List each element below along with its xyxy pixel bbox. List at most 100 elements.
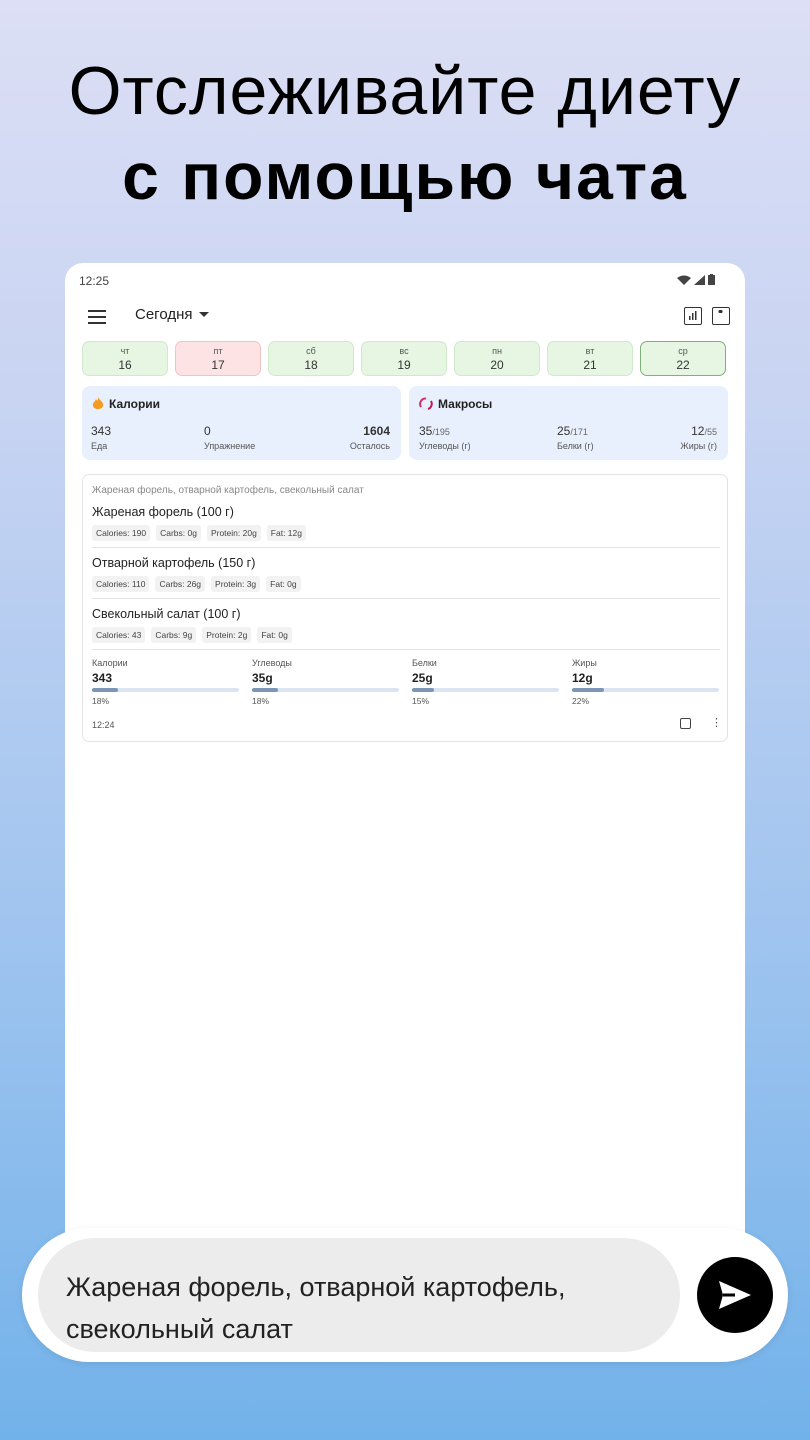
carbs-total: /195 [432,427,450,437]
total-label: Жиры [572,658,597,668]
carbs-value: 35 [419,424,433,438]
day-label: вс [399,346,409,356]
progress-bar [252,688,399,692]
total-percent: 22% [572,696,590,706]
app-screen: 12:25 Сегодня чт 16 пт 17 сб 18 вс 19 пн 20 в… [65,263,745,1263]
divider [92,649,720,650]
signal-icon [694,274,705,285]
food-item[interactable]: Жареная форель (100 г) Calories: 190 Car… [92,505,720,541]
carbs-chip: Carbs: 26g [155,576,206,592]
total-fat: Жиры 12g 22% [572,658,719,706]
total-value: 35g [252,671,273,685]
macros-card[interactable]: Макросы 35/195 Углеводы (г) 25/171 Белки… [409,386,728,460]
remaining-calories-label: Осталось [349,441,390,451]
total-label: Белки [412,658,437,668]
remaining-calories-value: 1604 [363,424,390,438]
macros-title: Макросы [438,397,493,411]
food-item[interactable]: Отварной картофель (150 г) Calories: 110… [92,556,720,592]
edit-icon[interactable] [680,718,691,729]
headline-line-1: Отслеживайте диету [68,53,742,129]
headline-line-2: с помощью чата [122,139,688,213]
calories-card[interactable]: Калории 343 Еда 0 Упражнение 1604 Остало… [82,386,401,460]
fat-chip: Fat: 0g [266,576,301,592]
battery-icon [708,274,715,285]
divider [92,547,720,548]
chart-icon[interactable] [684,307,702,325]
more-vert-icon[interactable]: ⋮ [711,718,722,729]
send-icon [719,1281,751,1309]
day-label: чт [120,346,130,356]
status-icons [677,274,715,285]
fat-chip: Fat: 0g [257,627,292,643]
day-chip-sat[interactable]: сб 18 [268,341,354,376]
day-label: пн [492,346,502,356]
protein-chip: Protein: 3g [211,576,261,592]
day-label: сб [306,346,316,356]
day-strip: чт 16 пт 17 сб 18 вс 19 пн 20 вт 21 ср 22 [82,341,726,376]
wifi-icon [677,275,691,285]
calories-title: Калории [109,397,161,411]
total-protein: Белки 25g 15% [412,658,559,706]
calories-chip: Calories: 43 [92,627,146,643]
progress-fill [252,688,279,692]
chat-input[interactable]: Жареная форель, отварной картофель, свек… [38,1238,680,1352]
chat-input-line-2: свекольный салат [66,1314,293,1344]
meal-entry-card[interactable]: Жареная форель, отварной картофель, свек… [82,474,728,742]
fat-total: /55 [704,427,717,437]
day-number: 22 [676,358,690,372]
fat-value: 12 [691,424,705,438]
carbs-chip: Carbs: 0g [156,525,201,541]
divider [92,598,720,599]
food-item[interactable]: Свекольный салат (100 г) Calories: 43 Ca… [92,607,720,643]
carbs-chip: Carbs: 9g [151,627,197,643]
day-number: 16 [118,358,132,372]
status-time: 12:25 [79,274,110,288]
caret-down-icon [198,312,209,317]
protein-value: 25 [557,424,571,438]
entry-time: 12:24 [92,720,115,730]
progress-bar [92,688,239,692]
total-calories: Калории 343 18% [92,658,239,706]
scale-icon[interactable] [712,307,730,325]
flame-icon [92,397,104,409]
carbs-label: Углеводы (г) [419,441,471,451]
protein-chip: Protein: 20g [206,525,261,541]
date-dropdown-label: Сегодня [135,306,193,323]
app-bar: Сегодня [65,299,745,335]
day-chip-tue[interactable]: вт 21 [547,341,633,376]
day-chip-thu[interactable]: чт 16 [82,341,168,376]
total-percent: 15% [412,696,430,706]
food-name: Свекольный салат (100 г) [92,607,241,621]
send-button[interactable] [697,1257,773,1333]
food-name: Жареная форель (100 г) [92,505,234,519]
day-chip-wed[interactable]: ср 22 [640,341,726,376]
macros-ring-icon [419,397,433,411]
fat-chip: Fat: 12g [266,525,306,541]
exercise-calories-value: 0 [204,424,211,438]
day-number: 19 [397,358,411,372]
day-number: 20 [490,358,504,372]
day-label: пт [213,346,223,356]
total-percent: 18% [92,696,110,706]
food-calories-value: 343 [91,424,112,438]
total-value: 12g [572,671,593,685]
day-chip-mon[interactable]: пн 20 [454,341,540,376]
chat-input-line-1: Жареная форель, отварной картофель, [66,1272,566,1302]
day-chip-fri[interactable]: пт 17 [175,341,261,376]
menu-icon[interactable] [87,307,107,327]
progress-bar [572,688,719,692]
progress-fill [92,688,119,692]
protein-label: Белки (г) [557,441,594,451]
entry-query: Жареная форель, отварной картофель, свек… [92,485,364,496]
date-dropdown[interactable]: Сегодня [135,306,209,323]
entry-totals: Калории 343 18% Углеводы 35g 18% Белки 2… [92,658,720,706]
exercise-calories-label: Упражнение [204,441,256,451]
total-percent: 18% [252,696,270,706]
total-label: Калории [92,658,128,668]
day-label: ср [678,346,688,356]
progress-fill [412,688,435,692]
chat-bar: Жареная форель, отварной картофель, свек… [22,1228,788,1362]
day-chip-sun[interactable]: вс 19 [361,341,447,376]
day-number: 17 [211,358,225,372]
protein-total: /171 [570,427,588,437]
